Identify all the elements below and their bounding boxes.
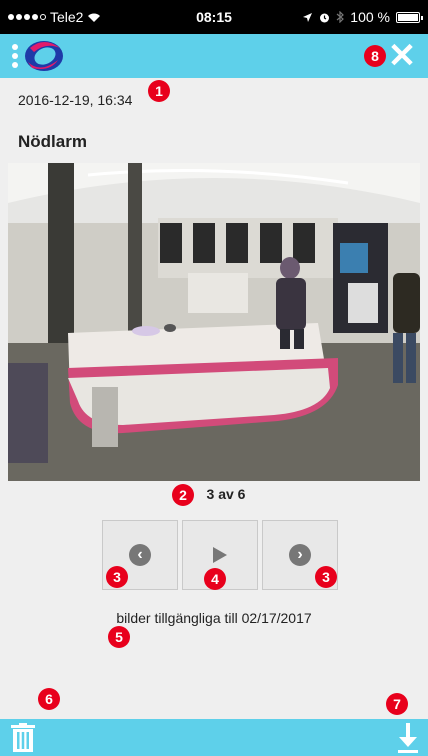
annotation-marker-6: 6 — [38, 688, 60, 710]
annotation-marker-7: 7 — [386, 693, 408, 715]
location-arrow-icon — [303, 12, 313, 22]
annotation-marker-8: 8 — [364, 45, 386, 67]
alarm-title: Nödlarm — [18, 132, 87, 151]
chevron-right-circle-icon: › — [289, 544, 311, 566]
download-icon[interactable] — [396, 722, 420, 754]
brand-logo-icon — [12, 41, 63, 71]
bluetooth-icon — [336, 11, 345, 23]
close-button[interactable]: ✕ — [384, 38, 420, 74]
annotation-marker-1: 1 — [148, 80, 170, 102]
alarm-clock-icon — [320, 13, 330, 22]
camera-snapshot — [8, 163, 420, 481]
status-bar: Tele2 08:15 100 % — [0, 0, 428, 34]
chevron-left-circle-icon: ‹ — [129, 544, 151, 566]
image-counter: 3 av 6 — [206, 486, 246, 502]
annotation-marker-5: 5 — [108, 626, 130, 648]
close-icon: ✕ — [387, 37, 417, 75]
annotation-marker-3-right: 3 — [315, 566, 337, 588]
play-icon — [213, 547, 227, 563]
annotation-marker-3-left: 3 — [106, 566, 128, 588]
bottom-toolbar — [0, 719, 428, 756]
availability-text: bilder tillgängliga till 02/17/2017 — [116, 610, 312, 626]
annotation-marker-4: 4 — [204, 568, 226, 590]
trash-icon[interactable] — [10, 723, 36, 753]
battery-percent: 100 % — [350, 9, 390, 25]
status-right: 100 % — [302, 9, 423, 25]
alarm-timestamp: 2016-12-19, 16:34 — [18, 92, 133, 108]
battery-icon — [396, 11, 423, 23]
